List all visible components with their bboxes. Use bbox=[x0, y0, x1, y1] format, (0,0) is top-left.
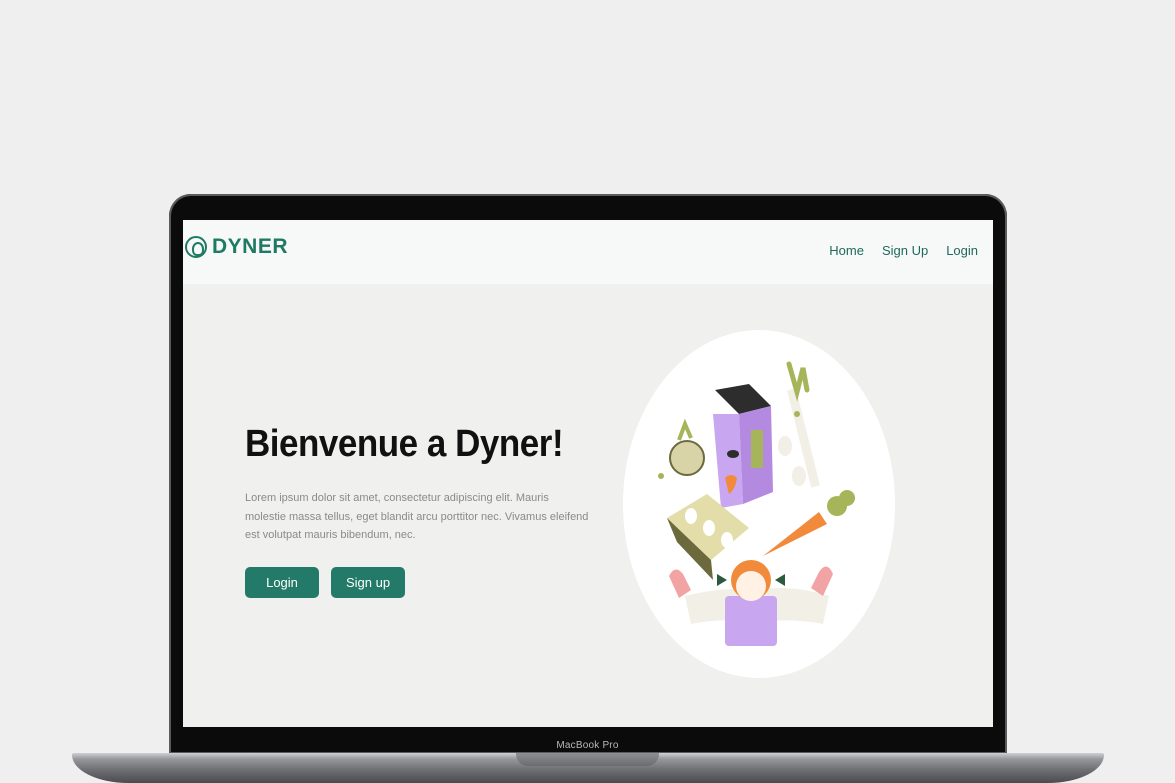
food-illustration bbox=[623, 330, 895, 678]
login-button[interactable]: Login bbox=[245, 567, 319, 598]
nav-link-home[interactable]: Home bbox=[829, 243, 864, 258]
dyner-logo-icon bbox=[185, 236, 207, 258]
navbar: DYNER Home Sign Up Login bbox=[183, 220, 993, 284]
signup-button[interactable]: Sign up bbox=[331, 567, 405, 598]
nav-links: Home Sign Up Login bbox=[829, 243, 978, 258]
hero-title: Bienvenue a Dyner! bbox=[245, 423, 564, 465]
laptop-notch bbox=[516, 753, 659, 766]
brand[interactable]: DYNER bbox=[185, 235, 288, 259]
nav-link-login[interactable]: Login bbox=[946, 243, 978, 258]
app-screen: DYNER Home Sign Up Login Bienvenue a Dyn… bbox=[183, 220, 993, 727]
hero-description: Lorem ipsum dolor sit amet, consectetur … bbox=[245, 492, 589, 541]
nav-link-signup[interactable]: Sign Up bbox=[882, 243, 928, 258]
device-label: MacBook Pro bbox=[556, 740, 619, 751]
brand-name: DYNER bbox=[212, 235, 289, 258]
